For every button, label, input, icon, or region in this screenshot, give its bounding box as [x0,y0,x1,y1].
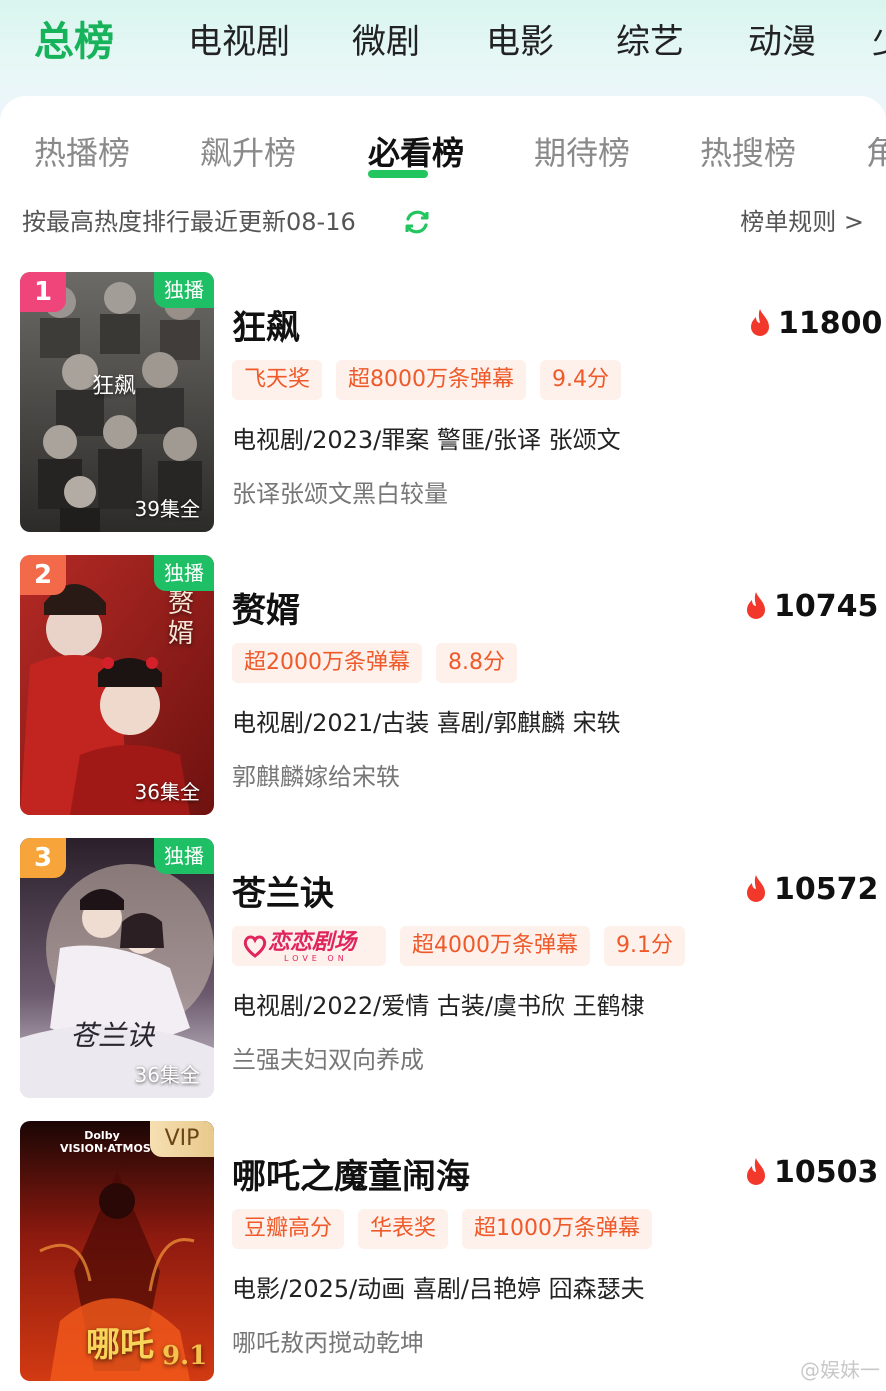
tab-hot-search[interactable]: 热搜榜 [700,126,796,180]
exclusive-badge: 独播 [154,555,214,591]
tab-movie[interactable]: 电影 [486,14,554,70]
heat-score: 10745 [744,587,878,627]
tag: 超8000万条弹幕 [336,360,527,400]
item-description: 哪吒敖丙搅动乾坤 [232,1329,424,1357]
category-tabs: 总榜 电视剧 微剧 电影 综艺 动漫 少 [0,14,886,70]
tag: 超4000万条弹幕 [400,926,590,966]
poster[interactable]: Dolby VISION·ATMOS 哪吒 9.1 VIP [20,1121,214,1381]
dolby-logo: Dolby VISION·ATMOS [60,1129,151,1155]
tag: 豆瓣高分 [232,1209,345,1249]
item-title[interactable]: 狂飙 [232,300,300,349]
item-title[interactable]: 哪吒之魔童闹海 [232,1149,470,1198]
tag: 超1000万条弹幕 [462,1209,653,1249]
love-theater-logo-tag: 恋恋剧场 LOVE ON [232,926,386,966]
ranking-info-row: 按最高热度排行最近更新08-16 榜单规则 > [22,204,864,240]
tab-more[interactable]: 少 [872,14,886,70]
poster-title-text: 狂飙 [92,374,137,399]
heat-value: 10745 [774,589,879,624]
exclusive-badge: 独播 [154,272,214,308]
vip-badge: VIP [150,1121,214,1157]
refresh-icon[interactable] [402,207,432,237]
tag: 超2000万条弹幕 [232,643,422,683]
ranking-item[interactable]: 狂飙 1 独播 39集全 狂飙 11800 飞天奖 超8000万条弹幕 9.4分 电… [0,272,886,534]
item-description: 郭麒麟嫁给宋轶 [232,763,400,791]
tag: 9.1分 [604,926,685,966]
item-meta: 电视剧/2021/古装 喜剧/郭麒麟 宋轶 [232,709,621,737]
item-meta: 电视剧/2022/爱情 古装/虞书欣 王鹤棣 [232,992,645,1020]
heat-value: 10503 [774,1155,879,1190]
flame-icon [747,875,765,902]
weibo-watermark: @娱妹一 [800,1358,880,1382]
tab-anime[interactable]: 动漫 [748,14,816,70]
heat-score: 10572 [744,870,878,910]
ranking-item[interactable]: 苍兰诀 3 独播 36集全 苍兰诀 10572 恋恋剧场 LOVE ON 超40… [0,838,886,1100]
tag: 华表奖 [358,1209,449,1249]
poster[interactable]: 赘婿 2 独播 36集全 [20,555,214,815]
poster-title-text: 哪吒 [86,1325,154,1365]
ranking-panel: 热播榜 飙升榜 必看榜 期待榜 热搜榜 角 按最高热度排行最近更新08-16 榜… [0,96,886,1391]
tab-tv-series[interactable]: 电视剧 [188,14,290,70]
heat-value: 10572 [774,872,879,907]
rank-badge: 2 [20,555,66,595]
tab-must-watch[interactable]: 必看榜 [368,126,464,180]
poster-title-text: 苍兰诀 [70,1019,155,1052]
tab-overall[interactable]: 总榜 [34,14,114,70]
tag: 9.4分 [540,360,622,400]
tag-list: 豆瓣高分 华表奖 超1000万条弹幕 [232,1209,666,1249]
heat-value: 11800 [778,306,883,341]
tag-list: 飞天奖 超8000万条弹幕 9.4分 [232,360,635,400]
item-meta: 电影/2025/动画 喜剧/吕艳婷 囧森瑟夫 [232,1275,645,1303]
item-meta: 电视剧/2023/罪案 警匪/张译 张颂文 [232,426,621,454]
tab-must-watch-label: 必看榜 [368,134,465,172]
poster-title-text: 赘婿 [168,589,195,649]
tab-more-sub[interactable]: 角 [866,126,886,180]
tab-anticipated[interactable]: 期待榜 [534,126,630,180]
episode-count: 36集全 [134,780,200,804]
ranking-rules-link[interactable]: 榜单规则 > [740,204,864,240]
poster[interactable]: 狂飙 1 独播 39集全 [20,272,214,532]
poster[interactable]: 苍兰诀 3 独播 36集全 [20,838,214,1098]
poster-score-text: 9.1 [162,1341,208,1371]
episode-count: 36集全 [134,1063,200,1087]
item-description: 兰强夫妇双向养成 [232,1046,424,1074]
tag-list: 恋恋剧场 LOVE ON 超4000万条弹幕 9.1分 [232,926,699,966]
tab-hot-playing[interactable]: 热播榜 [34,126,130,180]
heat-score: 11800 [748,304,882,344]
logo-tag-text: 恋恋剧场 [268,930,357,955]
flame-icon [747,592,765,619]
exclusive-badge: 独播 [154,838,214,874]
ranking-item[interactable]: 赘婿 2 独播 36集全 赘婿 10745 超2000万条弹幕 8.8分 电视剧/… [0,555,886,817]
tab-variety[interactable]: 综艺 [616,14,684,70]
update-info-text: 按最高热度排行最近更新08-16 [22,208,356,236]
rank-badge: 3 [20,838,66,878]
logo-tag-subtext: LOVE ON [284,954,348,963]
flame-icon [751,309,769,336]
tag-list: 超2000万条弹幕 8.8分 [232,643,531,683]
ranking-sub-tabs: 热播榜 飙升榜 必看榜 期待榜 热搜榜 角 [0,126,886,180]
heart-icon [243,935,267,958]
ranking-item[interactable]: Dolby VISION·ATMOS 哪吒 9.1 VIP 哪吒之魔童闹海 10… [0,1121,886,1383]
rank-badge: 1 [20,272,66,312]
tag: 8.8分 [436,643,517,683]
tab-rising[interactable]: 飙升榜 [200,126,296,180]
episode-count: 39集全 [134,497,200,521]
item-title[interactable]: 赘婿 [232,583,300,632]
heat-score: 10503 [744,1153,878,1193]
tag: 飞天奖 [232,360,323,400]
item-description: 张译张颂文黑白较量 [232,480,448,508]
flame-icon [747,1158,765,1185]
tab-micro-drama[interactable]: 微剧 [352,14,420,70]
item-title[interactable]: 苍兰诀 [232,866,334,915]
